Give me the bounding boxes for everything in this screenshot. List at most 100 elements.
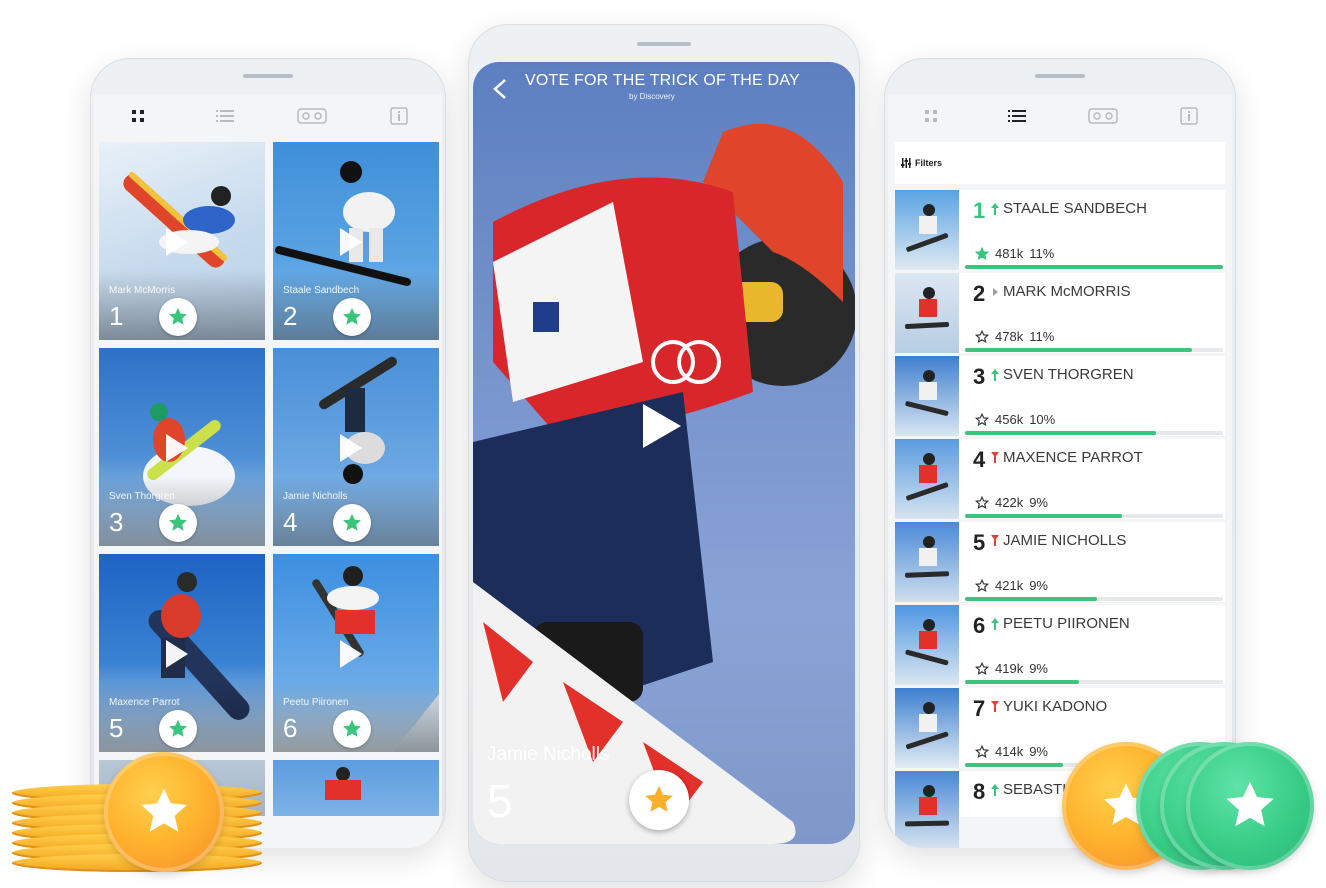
vote-stats: 414k 9% — [975, 744, 1048, 759]
rider-card[interactable]: Jamie Nicholls 4 — [273, 348, 439, 546]
vote-progress-fill — [965, 265, 1223, 269]
rank-number: 4 — [973, 447, 986, 472]
green-coin — [1186, 742, 1314, 870]
rider-number: 2 — [283, 301, 298, 331]
vote-count: 422k — [995, 495, 1024, 510]
rider-name: Maxence Parrot — [109, 697, 180, 708]
tab-grid[interactable] — [911, 101, 951, 131]
back-arrow-icon[interactable] — [489, 76, 513, 102]
snowboarder-figure — [325, 767, 361, 800]
ranking-row[interactable]: 5 JAMIE NICHOLLS 421k 9% — [895, 522, 1225, 602]
play-icon[interactable] — [340, 434, 362, 462]
play-video-button[interactable] — [643, 404, 681, 448]
vote-count: 456k — [995, 412, 1024, 427]
ranking-row[interactable]: 1 STAALE SANDBECH 481k 11% — [895, 190, 1225, 270]
tab-bar — [94, 94, 442, 138]
rider-card[interactable]: Staale Sandbech 2 — [273, 142, 439, 340]
rider-card[interactable]: Sven Thorgren 3 — [99, 348, 265, 546]
trend-up-icon — [990, 368, 1000, 382]
ranking-screen: Filters 1 STAALE SANDBECH 481k 11% 2 MARK McM… — [888, 94, 1232, 848]
rider-card[interactable] — [273, 760, 439, 816]
snowboarder-figure — [905, 619, 949, 666]
vote-progress-bar — [965, 514, 1223, 518]
tab-list[interactable] — [205, 101, 245, 131]
rider-name: SVEN THORGREN — [1003, 366, 1134, 383]
tab-grid[interactable] — [118, 101, 158, 131]
vote-star-button[interactable] — [159, 298, 197, 336]
rider-name: MAXENCE PARROT — [1003, 449, 1143, 466]
tab-info[interactable] — [1169, 101, 1209, 131]
rider-number: 5 — [487, 775, 513, 827]
snowboarder-figure — [905, 702, 949, 750]
rider-name: Sven Thorgren — [109, 491, 175, 502]
vote-percent: 11% — [1029, 329, 1055, 344]
phone-speaker — [1035, 74, 1085, 78]
trend-up-icon — [990, 617, 1000, 631]
tab-list[interactable] — [997, 101, 1037, 131]
play-icon[interactable] — [340, 228, 362, 256]
phone-detail-view: VOTE FOR THE TRICK OF THE DAY by Discove… — [468, 24, 860, 882]
vote-percent: 11% — [1029, 246, 1055, 261]
rider-number: 6 — [283, 713, 298, 743]
star-icon[interactable] — [975, 329, 989, 344]
vr-headset-icon — [296, 108, 327, 124]
ranking-row[interactable]: 2 MARK McMORRIS 478k 11% — [895, 273, 1225, 353]
star-icon[interactable] — [975, 246, 989, 261]
star-icon[interactable] — [975, 495, 989, 510]
snowboarder-hero-figure — [473, 123, 855, 844]
rider-card[interactable]: Mark McMorris 1 — [99, 142, 265, 340]
vote-button[interactable] — [629, 770, 689, 830]
vote-star-button[interactable] — [333, 710, 371, 748]
gold-coin — [104, 752, 224, 872]
vote-star-button[interactable] — [333, 504, 371, 542]
rider-thumbnail — [895, 605, 959, 685]
play-icon[interactable] — [340, 640, 362, 668]
ranking-row[interactable]: 6 PEETU PIIRONEN 419k 9% — [895, 605, 1225, 685]
vote-stats: 421k 9% — [975, 578, 1048, 593]
vr-headset-icon — [1088, 108, 1118, 124]
phone-speaker — [637, 42, 691, 46]
tab-vr[interactable] — [1083, 101, 1123, 131]
star-icon[interactable] — [975, 412, 989, 427]
rider-number: 5 — [109, 713, 124, 743]
tab-info[interactable] — [379, 101, 419, 131]
vote-count: 421k — [995, 578, 1024, 593]
page-title: VOTE FOR THE TRICK OF THE DAY — [525, 72, 800, 89]
vote-progress-bar — [965, 348, 1223, 352]
star-icon — [1226, 781, 1274, 827]
rank-number: 5 — [973, 530, 986, 555]
snowboarder-figure — [905, 287, 950, 330]
star-icon[interactable] — [975, 578, 989, 593]
rank-number: 6 — [973, 613, 986, 638]
play-icon[interactable] — [166, 434, 188, 462]
rank-number: 2 — [973, 281, 986, 306]
filters-bar[interactable]: Filters — [895, 142, 1225, 184]
vote-star-button[interactable] — [159, 710, 197, 748]
star-icon[interactable] — [975, 744, 989, 759]
page-subtitle: by Discovery — [629, 92, 675, 101]
rider-card[interactable]: Peetu Piironen 6 — [273, 554, 439, 752]
rank-number: 3 — [973, 364, 986, 389]
grid-icon — [925, 110, 937, 122]
rider-thumbnail — [895, 688, 959, 768]
trend-up-icon — [990, 202, 1000, 216]
vote-star-button[interactable] — [333, 298, 371, 336]
tab-vr[interactable] — [292, 101, 332, 131]
play-icon[interactable] — [166, 640, 188, 668]
snowboarder-figure — [906, 453, 949, 501]
rider-name: JAMIE NICHOLLS — [1003, 532, 1127, 549]
rank-number: 7 — [973, 696, 986, 721]
vote-progress-bar — [965, 680, 1223, 684]
rider-card[interactable]: Maxence Parrot 5 — [99, 554, 265, 752]
star-icon[interactable] — [975, 661, 989, 676]
vote-stats: 456k 10% — [975, 412, 1055, 427]
ranking-row[interactable]: 3 SVEN THORGREN 456k 10% — [895, 356, 1225, 436]
vote-progress-bar — [965, 597, 1223, 601]
trend-down-icon — [990, 451, 1000, 465]
play-icon[interactable] — [166, 228, 188, 256]
vote-star-button[interactable] — [159, 504, 197, 542]
ranking-row[interactable]: 4 MAXENCE PARROT 422k 9% — [895, 439, 1225, 519]
vote-percent: 9% — [1029, 661, 1048, 676]
filter-sliders-icon — [901, 158, 911, 168]
rider-name: STAALE SANDBECH — [1003, 200, 1147, 217]
